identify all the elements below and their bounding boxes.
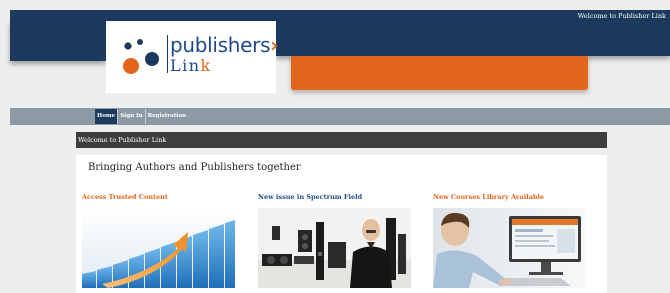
card-title-spectrum-field[interactable]: New issue in Spectrum Field xyxy=(258,193,362,201)
top-strip xyxy=(10,10,670,21)
site-logo[interactable]: publishers› Link xyxy=(106,21,279,93)
main-content: Bringing Authors and Publishers together… xyxy=(76,155,607,293)
main-navigation: Home Sign In Registration xyxy=(10,108,670,125)
header-welcome-text: Welcome to Publisher Link xyxy=(577,12,666,20)
nav-sign-in[interactable]: Sign In xyxy=(117,109,144,124)
header-blue-block-right xyxy=(276,21,670,56)
nav-home[interactable]: Home xyxy=(95,109,118,124)
logo-divider xyxy=(167,35,168,73)
growth-chart-image[interactable] xyxy=(82,208,235,288)
logo-text-publishers: publishers› xyxy=(170,33,279,57)
logo-chevron-icon: › xyxy=(270,33,279,57)
welcome-bar: Welcome to Publisher Link xyxy=(76,132,607,148)
logo-text-link: Link xyxy=(170,56,212,75)
nav-registration[interactable]: Registration xyxy=(144,109,188,124)
courses-library-image[interactable] xyxy=(433,208,586,288)
header-orange-banner xyxy=(291,56,588,90)
card-title-courses-library[interactable]: New Courses Library Available xyxy=(433,193,544,201)
spectrum-field-image[interactable] xyxy=(258,208,411,288)
logo-dots-icon xyxy=(123,39,159,74)
header-blue-block-left xyxy=(10,21,106,61)
card-title-trusted-content[interactable]: Access Trusted Content xyxy=(82,193,168,201)
page-tagline: Bringing Authors and Publishers together xyxy=(88,162,301,173)
